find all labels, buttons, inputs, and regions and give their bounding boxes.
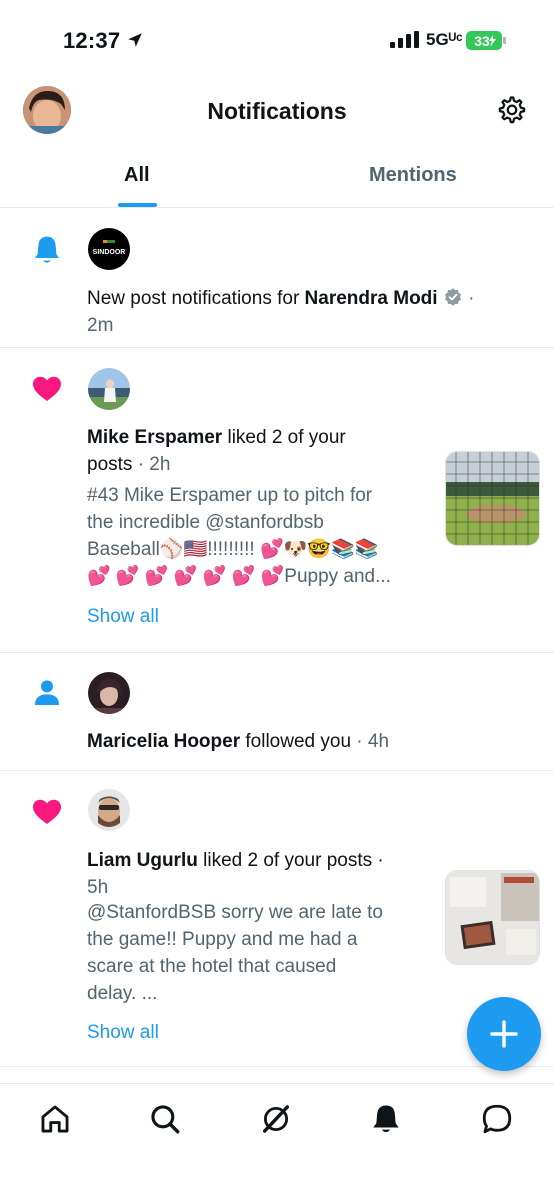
- notification-text: Mike Erspamer liked 2 of your posts · 2h: [87, 424, 432, 478]
- avatar-logo-text: SINDOOR: [93, 249, 126, 256]
- status-bar: 12:37 5Gᵁᶜ 33: [0, 0, 554, 80]
- preview-line: #43 Mike Erspamer up to pitch for: [87, 485, 373, 506]
- svg-text:33: 33: [474, 33, 490, 49]
- tab-all[interactable]: All: [124, 164, 150, 187]
- cellular-signal-icon: [390, 31, 419, 48]
- network-label: 5Gᵁᶜ: [426, 30, 463, 49]
- bell-icon: [35, 236, 59, 263]
- home-icon[interactable]: [38, 1102, 72, 1136]
- post-thumbnail[interactable]: [445, 451, 540, 546]
- user-name[interactable]: Narendra Modi: [305, 288, 438, 309]
- search-icon[interactable]: [148, 1102, 182, 1136]
- notification-prefix: New post notifications for: [87, 288, 305, 309]
- notification-action: liked 2 of your: [222, 427, 346, 448]
- timestamp: 5h: [87, 877, 109, 898]
- notification-action: followed you: [240, 731, 352, 752]
- avatar[interactable]: [88, 368, 130, 410]
- post-thumbnail[interactable]: [445, 870, 540, 965]
- show-all-link[interactable]: Show all: [87, 606, 159, 628]
- bottom-nav: [0, 1083, 554, 1199]
- preview-line: @StanfordBSB sorry we are late to: [87, 902, 383, 923]
- post-preview[interactable]: @StanfordBSB sorry we are late to the ga…: [87, 899, 432, 1007]
- notification-text: New post notifications for Narendra Modi…: [87, 285, 527, 339]
- location-arrow-icon: [128, 33, 142, 47]
- notification-action: liked 2 of your posts ·: [197, 850, 384, 871]
- verified-badge-icon: [444, 288, 461, 306]
- person-icon: [35, 680, 59, 705]
- page-title: Notifications: [207, 98, 347, 124]
- thumbnail-image: [446, 871, 539, 964]
- heart-icon: [33, 799, 61, 824]
- preview-line: delay. ...: [87, 983, 158, 1004]
- separator: ·: [462, 288, 475, 309]
- status-time: 12:37: [63, 28, 121, 53]
- notification-action-cont: posts: [87, 454, 133, 475]
- tab-active-indicator: [118, 203, 157, 207]
- header: Notifications: [0, 80, 554, 144]
- notification-like[interactable]: Mike Erspamer liked 2 of your posts · 2h…: [0, 348, 554, 653]
- preview-line: 💕 💕 💕 💕 💕 💕 💕Puppy and...: [87, 566, 391, 587]
- avatar-photo: [88, 789, 130, 831]
- grok-icon[interactable]: [259, 1102, 293, 1136]
- timestamp: 2m: [87, 315, 114, 336]
- avatar[interactable]: [88, 789, 130, 831]
- avatar[interactable]: [88, 672, 130, 714]
- user-name[interactable]: Mike Erspamer: [87, 427, 222, 448]
- user-name[interactable]: Liam Ugurlu: [87, 850, 198, 871]
- avatar-logo: SINDOOR: [88, 228, 130, 270]
- heart-icon: [33, 376, 61, 401]
- show-all-link[interactable]: Show all: [87, 1022, 159, 1044]
- messages-icon[interactable]: [480, 1102, 514, 1136]
- timestamp: · 2h: [132, 454, 171, 475]
- battery-icon: 33: [466, 31, 506, 50]
- preview-line: the incredible @stanfordbsb: [87, 512, 324, 533]
- preview-line: scare at the hotel that caused: [87, 956, 337, 977]
- avatar[interactable]: SINDOOR: [88, 228, 130, 270]
- user-name[interactable]: Maricelia Hooper: [87, 731, 240, 752]
- notification-new-post[interactable]: SINDOOR New post notifications for Naren…: [0, 208, 554, 348]
- thumbnail-image: [446, 452, 539, 545]
- notification-follow[interactable]: Maricelia Hooper followed you · 4h: [0, 653, 554, 771]
- bell-icon[interactable]: [369, 1102, 403, 1136]
- preview-line: the game!! Puppy and me had a: [87, 929, 358, 950]
- post-preview[interactable]: #43 Mike Erspamer up to pitch for the in…: [87, 482, 432, 590]
- tab-bar: All Mentions: [0, 150, 554, 208]
- notification-text: Maricelia Hooper followed you · 4h: [87, 728, 527, 755]
- timestamp: · 4h: [351, 731, 390, 752]
- avatar-photo: [88, 672, 130, 714]
- compose-button[interactable]: [467, 997, 541, 1071]
- plus-icon: [490, 1020, 518, 1048]
- avatar-photo: [88, 368, 130, 410]
- tab-mentions[interactable]: Mentions: [369, 164, 457, 187]
- gear-icon[interactable]: [497, 95, 527, 125]
- notification-text: Liam Ugurlu liked 2 of your posts · 5h: [87, 847, 432, 901]
- preview-line: Baseball⚾🇺🇸!!!!!!!!! 💕🐶🤓📚📚: [87, 539, 379, 560]
